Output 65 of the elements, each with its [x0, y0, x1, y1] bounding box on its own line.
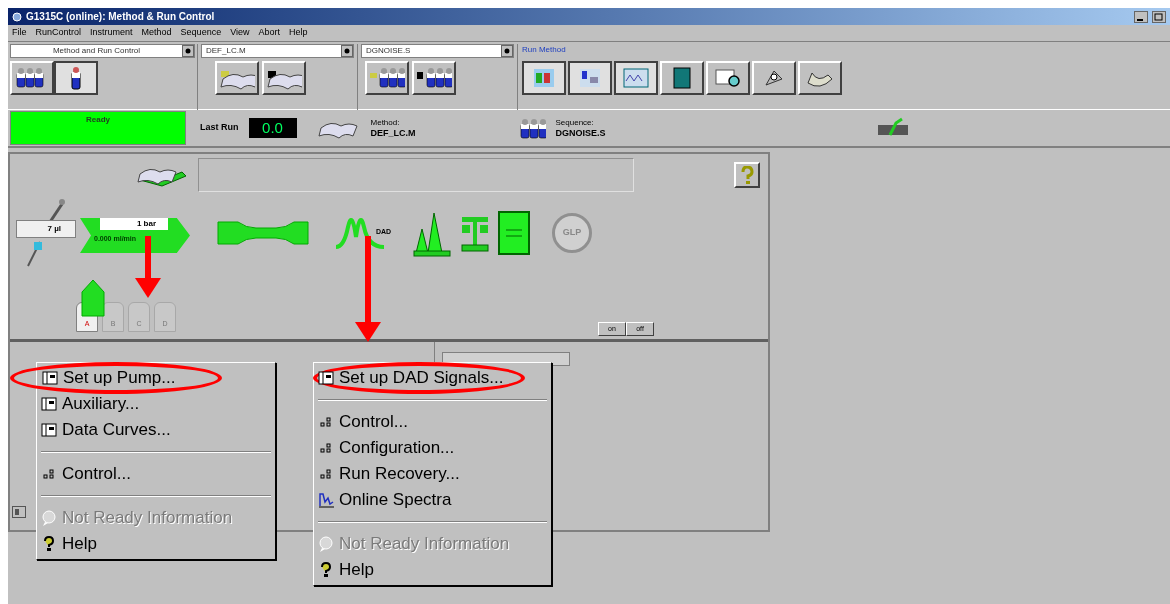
- app-icon: [12, 11, 22, 22]
- last-run-display: 0.0: [248, 118, 297, 138]
- menu-item[interactable]: Abort: [258, 26, 281, 40]
- dropdown-icon: [501, 45, 513, 57]
- menu-item[interactable]: Control...: [37, 461, 133, 487]
- pump-pressure: 1 bar: [100, 218, 168, 230]
- bottles-icon: [517, 116, 546, 140]
- load-sequence-button[interactable]: [365, 61, 409, 95]
- menu-item[interactable]: Method: [141, 26, 172, 40]
- menu-item[interactable]: View: [230, 26, 250, 40]
- menu-item[interactable]: Instrument: [90, 26, 133, 40]
- restore-icon[interactable]: [1152, 10, 1166, 23]
- method-view-button[interactable]: [522, 61, 566, 95]
- chart-view-button[interactable]: [614, 61, 658, 95]
- menu-item[interactable]: File: [12, 26, 27, 40]
- layout-view-button[interactable]: [568, 61, 612, 95]
- menu-item[interactable]: Help: [289, 26, 308, 40]
- arrow-up-icon: [80, 278, 106, 318]
- menu-item[interactable]: Sequence: [180, 26, 222, 40]
- save-sequence-button[interactable]: [412, 61, 456, 95]
- vial-button[interactable]: [54, 61, 98, 95]
- last-run-label: Last Run: [200, 121, 239, 135]
- dropdown-field[interactable]: DGNOISE.S: [361, 44, 514, 58]
- bottles-button[interactable]: [10, 61, 54, 95]
- menu-item[interactable]: RunControl: [35, 26, 82, 40]
- save-sequence-icon: [416, 65, 452, 91]
- help-button[interactable]: [734, 162, 760, 188]
- method-value: DEF_LC.M: [370, 128, 416, 138]
- injector-volume-display: 7 µl: [16, 220, 76, 238]
- vial-icon: [71, 66, 81, 90]
- load-sequence-icon: [369, 65, 405, 91]
- dropdown-field[interactable]: DEF_LC.M: [201, 44, 354, 58]
- menu-item[interactable]: Help: [314, 557, 376, 583]
- menu-item[interactable]: Auxiliary...: [37, 391, 142, 417]
- speech-bubble-icon: [41, 509, 58, 527]
- method-label: Method:: [370, 118, 401, 128]
- panel-icon: [12, 506, 26, 518]
- menu-item[interactable]: Run Recovery...: [314, 461, 462, 487]
- sequence-value: DGNOISE.S: [555, 128, 606, 138]
- dropdown-icon: [182, 45, 194, 57]
- question-icon: [740, 166, 754, 184]
- annotation-arrow: [135, 236, 161, 298]
- column-icon: [216, 218, 310, 248]
- search-button[interactable]: [706, 61, 750, 95]
- menu-item[interactable]: Set up Pump...: [10, 362, 222, 394]
- menu-item[interactable]: Configuration...: [314, 435, 457, 461]
- load-method-button[interactable]: [215, 61, 259, 95]
- menu-item[interactable]: Online Spectra: [314, 487, 454, 513]
- run-method-label: Run Method: [522, 44, 567, 55]
- spectrum-icon: [318, 491, 335, 509]
- wrench-button[interactable]: [752, 61, 796, 95]
- status-indicator: Ready: [10, 111, 186, 145]
- speech-bubble-icon: [318, 535, 335, 553]
- save-method-button[interactable]: [262, 61, 306, 95]
- minimize-icon[interactable]: [1134, 10, 1148, 23]
- menu-item[interactable]: Data Curves...: [37, 417, 173, 443]
- menu-item[interactable]: Help: [37, 531, 99, 557]
- menu-item[interactable]: Control...: [314, 409, 410, 435]
- menu-item[interactable]: Set up DAD Signals...: [313, 362, 525, 394]
- dropdown-icon: [341, 45, 353, 57]
- needle-icon: [24, 240, 44, 268]
- window-title: G1315C (online): Method & Run Control: [26, 10, 215, 24]
- dropdown-field[interactable]: Method and Run Control: [10, 44, 195, 58]
- document-icon: [496, 210, 532, 256]
- sequence-label: Sequence:: [555, 118, 595, 128]
